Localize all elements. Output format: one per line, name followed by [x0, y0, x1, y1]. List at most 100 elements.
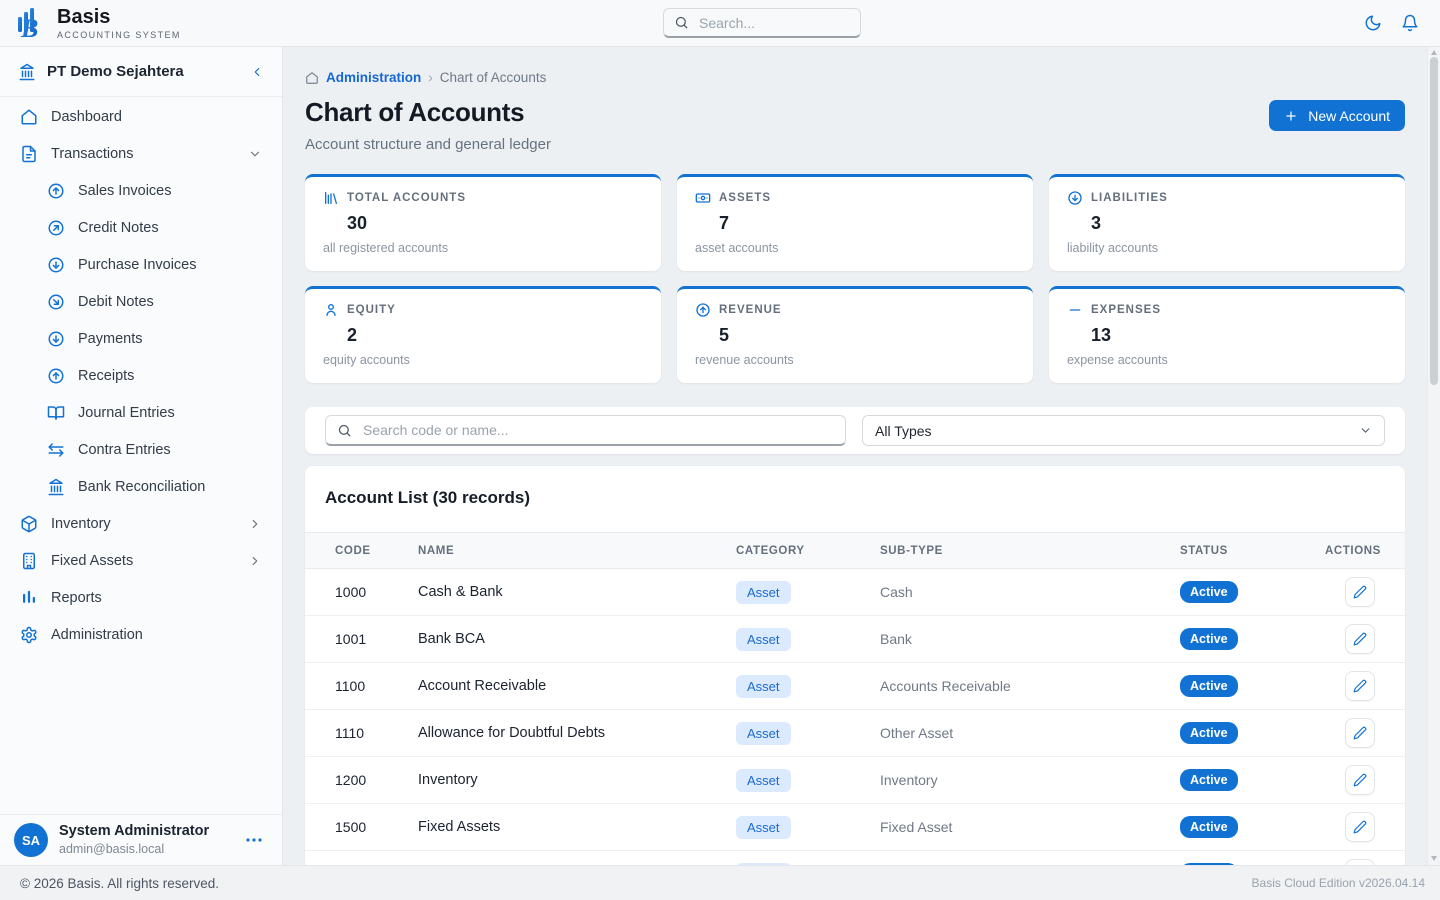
topbar-actions [1364, 14, 1440, 32]
account-search-input[interactable] [361, 421, 834, 439]
account-search[interactable] [325, 415, 846, 446]
topbar: B Basis ACCOUNTING SYSTEM [0, 0, 1440, 47]
document-icon [20, 145, 38, 163]
vertical-scrollbar[interactable] [1427, 47, 1440, 865]
sidebar-item-dashboard[interactable]: Dashboard [0, 98, 282, 135]
status-badge: Active [1180, 581, 1238, 603]
breadcrumb-link-administration[interactable]: Administration [326, 70, 421, 85]
sidebar-item-debit-notes[interactable]: Debit Notes [0, 283, 282, 320]
stat-card-revenue: REVENUE 5 revenue accounts [677, 286, 1033, 383]
sidebar-item-journal-entries[interactable]: Journal Entries [0, 394, 282, 431]
company-selector[interactable]: PT Demo Sejahtera [0, 47, 282, 97]
edit-account-button[interactable] [1345, 812, 1375, 842]
edit-account-button[interactable] [1345, 765, 1375, 795]
brand-name: Basis [57, 7, 181, 27]
arrow-down-right-circle-icon [47, 293, 65, 311]
building-icon [20, 552, 38, 570]
bell-icon [1401, 14, 1419, 32]
sidebar-item-inventory[interactable]: Inventory [0, 505, 282, 542]
sidebar-item-transactions[interactable]: Transactions [0, 135, 282, 172]
column-header-subtype: SUB-TYPE [880, 545, 1180, 557]
breadcrumb: Administration › Chart of Accounts [305, 70, 1405, 85]
sidebar-item-reports[interactable]: Reports [0, 579, 282, 616]
arrow-up-right-circle-icon [47, 219, 65, 237]
bar-chart-icon [20, 589, 38, 607]
type-filter-select[interactable]: All Types [862, 415, 1385, 446]
global-search-input[interactable] [697, 14, 850, 32]
stat-card-expenses: EXPENSES 13 expense accounts [1049, 286, 1405, 383]
global-search[interactable] [663, 8, 861, 38]
scroll-down-arrow[interactable] [1431, 856, 1437, 861]
edit-account-button[interactable] [1345, 577, 1375, 607]
status-badge: Active [1180, 769, 1238, 791]
banknote-icon [695, 190, 711, 206]
package-icon [20, 515, 38, 533]
home-icon [305, 71, 319, 85]
chevron-down-icon [248, 147, 262, 161]
arrow-up-circle-icon [695, 302, 711, 318]
status-badge: Active [1180, 628, 1238, 650]
column-header-status: STATUS [1180, 545, 1325, 557]
table-row: 1110 Allowance for Doubtful Debts Asset … [305, 710, 1405, 757]
column-header-actions: ACTIONS [1325, 545, 1381, 557]
sidebar-item-purchase-invoices[interactable]: Purchase Invoices [0, 246, 282, 283]
sidebar-item-sales-invoices[interactable]: Sales Invoices [0, 172, 282, 209]
new-account-button[interactable]: New Account [1269, 100, 1405, 131]
person-icon [323, 302, 339, 318]
edit-account-button[interactable] [1345, 859, 1375, 865]
sidebar: PT Demo Sejahtera Dashboard Transactions… [0, 47, 283, 865]
library-icon [323, 190, 339, 206]
stat-card-liabilities: LIABILITIES 3 liability accounts [1049, 174, 1405, 271]
search-icon [674, 15, 689, 30]
sidebar-item-administration[interactable]: Administration [0, 616, 282, 653]
moon-icon [1364, 14, 1382, 32]
stat-value: 30 [347, 213, 643, 234]
sidebar-item-receipts[interactable]: Receipts [0, 357, 282, 394]
pencil-icon [1353, 679, 1367, 693]
chevron-right-icon [248, 517, 262, 531]
status-badge: Active [1180, 722, 1238, 744]
edit-account-button[interactable] [1345, 624, 1375, 654]
scrollbar-thumb[interactable] [1430, 57, 1438, 385]
chevron-left-icon[interactable] [250, 65, 264, 79]
sidebar-item-bank-reconciliation[interactable]: Bank Reconciliation [0, 468, 282, 505]
sidebar-item-contra-entries[interactable]: Contra Entries [0, 431, 282, 468]
plus-icon [1284, 109, 1298, 123]
arrow-up-circle-icon [47, 367, 65, 385]
bank-icon [18, 63, 36, 81]
bank-icon [47, 478, 65, 496]
sidebar-item-fixed-assets[interactable]: Fixed Assets [0, 542, 282, 579]
stat-value: 3 [1091, 213, 1387, 234]
column-header-code: CODE [335, 545, 418, 557]
table-row: 1500 Fixed Assets Asset Fixed Asset Acti… [305, 804, 1405, 851]
chevron-right-icon [248, 554, 262, 568]
home-icon [20, 108, 38, 126]
table-row: 1001 Bank BCA Asset Bank Active [305, 616, 1405, 663]
pencil-icon [1353, 820, 1367, 834]
user-panel: SA System Administrator admin@basis.loca… [0, 814, 282, 865]
sidebar-nav: Dashboard Transactions Sales Invoices Cr… [0, 97, 282, 814]
status-badge: Active [1180, 863, 1238, 865]
footer: © 2026 Basis. All rights reserved. Basis… [0, 865, 1440, 900]
minus-icon [1067, 302, 1083, 318]
user-name: System Administrator [59, 824, 209, 840]
stat-value: 13 [1091, 325, 1387, 346]
status-badge: Active [1180, 816, 1238, 838]
edit-account-button[interactable] [1345, 671, 1375, 701]
theme-toggle-button[interactable] [1364, 14, 1382, 32]
edit-account-button[interactable] [1345, 718, 1375, 748]
table-row: 1510 Accumulated Depreciation Asset Othe… [305, 851, 1405, 865]
copyright-text: © 2026 Basis. All rights reserved. [20, 876, 219, 891]
account-list-title: Account List (30 records) [305, 466, 1405, 532]
notifications-button[interactable] [1401, 14, 1419, 32]
user-menu-button[interactable] [240, 837, 268, 843]
category-badge: Asset [736, 581, 791, 604]
sidebar-item-credit-notes[interactable]: Credit Notes [0, 209, 282, 246]
stat-card-equity: EQUITY 2 equity accounts [305, 286, 661, 383]
category-badge: Asset [736, 816, 791, 839]
breadcrumb-current: Chart of Accounts [440, 70, 547, 85]
pencil-icon [1353, 585, 1367, 599]
filter-bar: All Types [305, 407, 1405, 454]
scroll-up-arrow[interactable] [1431, 50, 1437, 55]
sidebar-item-payments[interactable]: Payments [0, 320, 282, 357]
